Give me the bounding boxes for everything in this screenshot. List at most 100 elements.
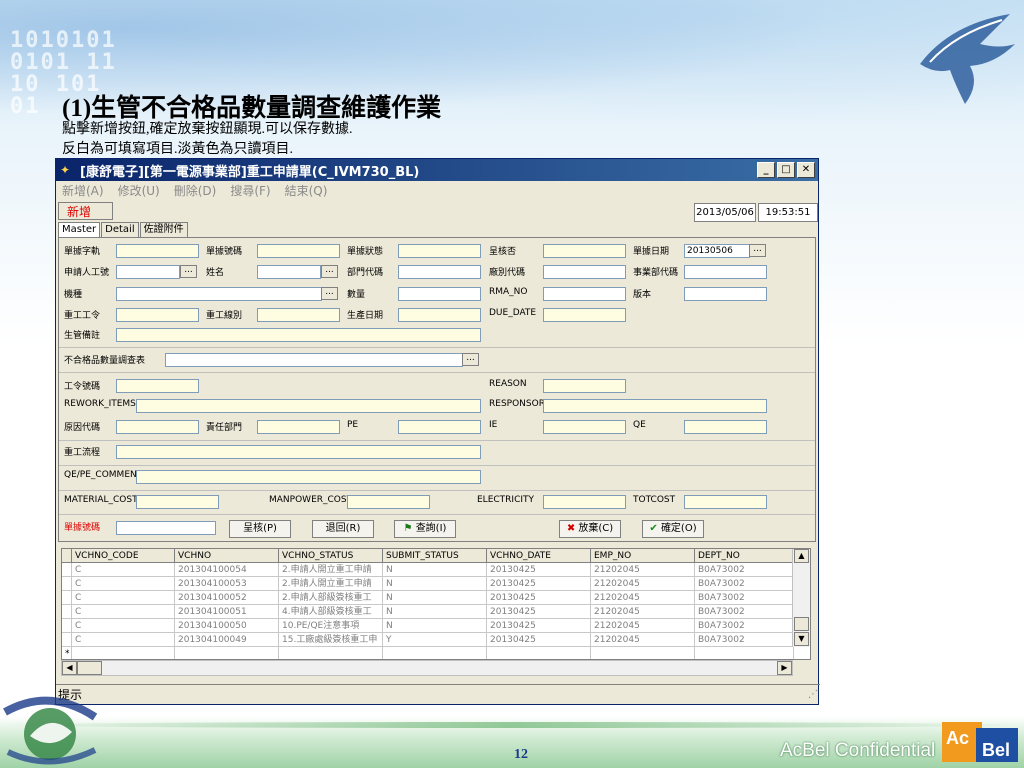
table-cell[interactable] bbox=[591, 647, 695, 659]
table-row[interactable]: C 201304100049 15.工廠處級簽核重工申 Y 20130425 212020… bbox=[62, 633, 794, 647]
table-cell[interactable]: 21202045 bbox=[591, 633, 695, 647]
nc-survey-lookup-button[interactable]: ... bbox=[462, 353, 479, 366]
table-row[interactable]: C 201304100054 2.申請人開立重工申請 N 20130425 2120204… bbox=[62, 563, 794, 577]
qty-field[interactable] bbox=[398, 287, 481, 301]
column-header[interactable]: VCHNO_CODE bbox=[72, 549, 175, 563]
column-header[interactable]: EMP_NO bbox=[591, 549, 695, 563]
row-indicator[interactable] bbox=[62, 605, 72, 619]
table-cell[interactable]: 201304100051 bbox=[175, 605, 279, 619]
name-lookup-button[interactable]: ... bbox=[321, 265, 338, 278]
column-header[interactable]: VCHNO_DATE bbox=[487, 549, 591, 563]
query-button[interactable]: ⚑ 查詢(I) bbox=[394, 520, 456, 538]
table-cell[interactable]: N bbox=[383, 619, 487, 633]
abandon-button[interactable]: ✖ 放棄(C) bbox=[559, 520, 621, 538]
minimize-button[interactable]: _ bbox=[757, 162, 775, 178]
close-button[interactable]: ✕ bbox=[797, 162, 815, 178]
column-header[interactable]: SUBMIT_STATUS bbox=[383, 549, 487, 563]
table-cell[interactable]: C bbox=[72, 577, 175, 591]
table-cell[interactable]: 20130425 bbox=[487, 619, 591, 633]
rma-no-field[interactable] bbox=[543, 287, 626, 301]
model-field[interactable] bbox=[116, 287, 322, 301]
menu-search[interactable]: 搜尋(F) bbox=[230, 182, 270, 199]
table-cell[interactable]: N bbox=[383, 577, 487, 591]
row-indicator[interactable] bbox=[62, 577, 72, 591]
maximize-button[interactable]: □ bbox=[777, 162, 795, 178]
table-cell[interactable] bbox=[279, 647, 383, 659]
applicant-field[interactable] bbox=[116, 265, 180, 279]
table-row[interactable]: C 201304100053 2.申請人開立重工申請 N 20130425 2120204… bbox=[62, 577, 794, 591]
table-cell[interactable]: Y bbox=[383, 633, 487, 647]
column-header[interactable]: VCHNO bbox=[175, 549, 279, 563]
table-cell[interactable]: C bbox=[72, 563, 175, 577]
row-indicator[interactable] bbox=[62, 619, 72, 633]
column-header[interactable]: VCHNO_STATUS bbox=[279, 549, 383, 563]
table-cell[interactable]: C bbox=[72, 633, 175, 647]
scroll-up-icon[interactable]: ▲ bbox=[794, 549, 809, 563]
table-cell[interactable]: 201304100053 bbox=[175, 577, 279, 591]
table-cell[interactable]: 21202045 bbox=[591, 591, 695, 605]
return-button[interactable]: 退回(R) bbox=[312, 520, 374, 538]
resize-grip-icon[interactable]: ⋰ bbox=[808, 685, 818, 705]
table-cell[interactable] bbox=[695, 647, 794, 659]
table-cell[interactable]: B0A73002 bbox=[695, 577, 794, 591]
nc-survey-field[interactable] bbox=[165, 353, 463, 367]
table-cell[interactable]: 21202045 bbox=[591, 577, 695, 591]
table-cell[interactable]: 2.申請人部級簽核重工 bbox=[279, 591, 383, 605]
table-cell[interactable]: C bbox=[72, 605, 175, 619]
table-cell[interactable]: 201304100049 bbox=[175, 633, 279, 647]
table-cell[interactable]: 4.申請人部級簽核重工 bbox=[279, 605, 383, 619]
tab-detail[interactable]: Detail bbox=[101, 222, 139, 237]
grid-horizontal-scrollbar[interactable]: ◀ ▶ bbox=[61, 660, 793, 676]
table-cell[interactable]: N bbox=[383, 591, 487, 605]
approve-button[interactable]: 呈核(P) bbox=[229, 520, 291, 538]
table-cell[interactable]: 201304100052 bbox=[175, 591, 279, 605]
table-cell[interactable]: B0A73002 bbox=[695, 605, 794, 619]
window-titlebar[interactable]: ✦ [康舒電子][第一電源事業部]重工申請單(C_IVM730_BL) _ □ … bbox=[56, 159, 818, 181]
table-cell[interactable]: N bbox=[383, 563, 487, 577]
doc-date-field[interactable]: 20130506 bbox=[684, 244, 750, 258]
column-header[interactable]: DEPT_NO bbox=[695, 549, 794, 563]
factory-code-field[interactable] bbox=[543, 265, 626, 279]
table-cell[interactable]: 15.工廠處級簽核重工申 bbox=[279, 633, 383, 647]
table-row[interactable]: C 201304100050 10.PE/QE注意事項 N 20130425 212020… bbox=[62, 619, 794, 633]
model-lookup-button[interactable]: ... bbox=[321, 287, 338, 300]
row-indicator[interactable] bbox=[62, 591, 72, 605]
row-indicator[interactable] bbox=[62, 563, 72, 577]
tab-attachments[interactable]: 佐證附件 bbox=[139, 222, 188, 237]
scroll-down-icon[interactable]: ▼ bbox=[794, 632, 809, 646]
table-cell[interactable]: 20130425 bbox=[487, 563, 591, 577]
table-cell[interactable]: 21202045 bbox=[591, 605, 695, 619]
table-cell[interactable]: 201304100054 bbox=[175, 563, 279, 577]
name-field[interactable] bbox=[257, 265, 321, 279]
table-cell[interactable]: C bbox=[72, 619, 175, 633]
table-cell[interactable] bbox=[72, 647, 175, 659]
bu-code-field[interactable] bbox=[684, 265, 767, 279]
tab-master[interactable]: Master bbox=[58, 222, 101, 237]
table-cell[interactable]: B0A73002 bbox=[695, 619, 794, 633]
doc-date-picker-button[interactable]: ... bbox=[749, 244, 766, 257]
dept-code-field[interactable] bbox=[398, 265, 481, 279]
table-cell[interactable]: 201304100050 bbox=[175, 619, 279, 633]
table-cell[interactable] bbox=[383, 647, 487, 659]
table-cell[interactable]: 20130425 bbox=[487, 591, 591, 605]
table-cell[interactable]: B0A73002 bbox=[695, 633, 794, 647]
menu-edit[interactable]: 修改(U) bbox=[118, 182, 160, 199]
table-cell[interactable] bbox=[175, 647, 279, 659]
table-cell[interactable]: C bbox=[72, 591, 175, 605]
menu-delete[interactable]: 刪除(D) bbox=[174, 182, 217, 199]
applicant-lookup-button[interactable]: ... bbox=[180, 265, 197, 278]
table-row[interactable]: C 201304100051 4.申請人部級簽核重工 N 20130425 2120204… bbox=[62, 605, 794, 619]
version-field[interactable] bbox=[684, 287, 767, 301]
table-cell[interactable]: B0A73002 bbox=[695, 591, 794, 605]
menu-add[interactable]: 新增(A) bbox=[62, 182, 104, 199]
scroll-right-icon[interactable]: ▶ bbox=[777, 661, 792, 675]
table-cell[interactable]: 10.PE/QE注意事項 bbox=[279, 619, 383, 633]
scroll-left-icon[interactable]: ◀ bbox=[62, 661, 77, 675]
table-cell[interactable]: 21202045 bbox=[591, 619, 695, 633]
menu-exit[interactable]: 結束(Q) bbox=[285, 182, 328, 199]
row-indicator[interactable] bbox=[62, 633, 72, 647]
table-cell[interactable] bbox=[487, 647, 591, 659]
table-cell[interactable]: N bbox=[383, 605, 487, 619]
confirm-button[interactable]: ✔ 確定(O) bbox=[642, 520, 704, 538]
hscroll-thumb[interactable] bbox=[77, 661, 102, 675]
